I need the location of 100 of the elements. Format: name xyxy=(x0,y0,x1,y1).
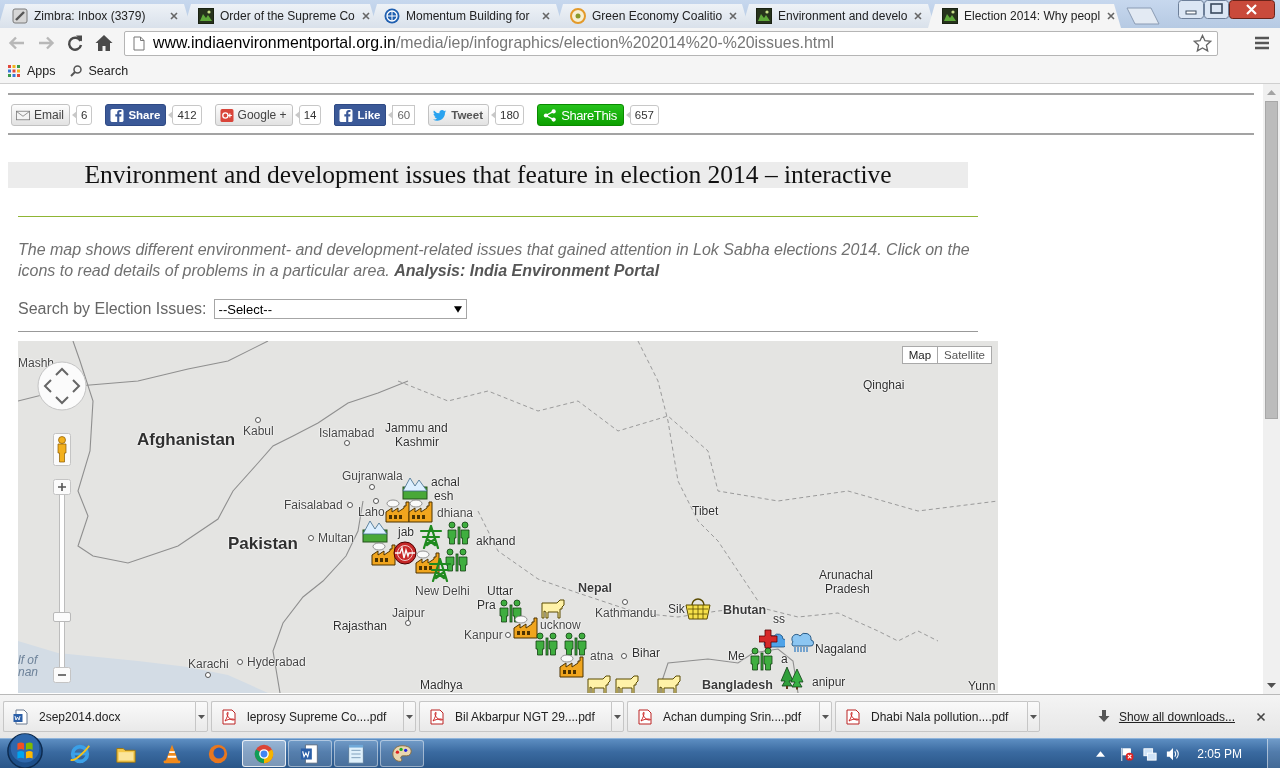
clock-text[interactable]: 2:05 PM xyxy=(1197,746,1242,761)
factory-icon[interactable] xyxy=(415,550,441,574)
ring-logo-icon xyxy=(69,742,91,765)
zoom-slider-handle[interactable] xyxy=(53,612,71,622)
social-share-button[interactable]: Like xyxy=(334,104,387,126)
download-menu-button[interactable] xyxy=(819,701,832,732)
social-share-button[interactable]: Tweet xyxy=(428,104,489,126)
social-share-button[interactable]: Email xyxy=(11,104,70,126)
bird-icon xyxy=(433,108,448,122)
factory-icon[interactable] xyxy=(371,542,397,566)
taskbar-button[interactable] xyxy=(242,740,286,767)
city-dot-icon xyxy=(255,417,261,423)
minimize-icon[interactable] xyxy=(1178,0,1204,19)
bookmark-item[interactable]: Search xyxy=(69,63,129,78)
taskbar-button[interactable] xyxy=(380,740,424,767)
network-icon[interactable] xyxy=(1143,746,1158,761)
people-icon[interactable] xyxy=(563,632,589,656)
factory-icon[interactable] xyxy=(559,654,585,678)
power-pylon-icon[interactable] xyxy=(427,558,453,582)
download-menu-button[interactable] xyxy=(195,701,208,732)
factory-icon[interactable] xyxy=(385,499,411,523)
zoom-out-icon[interactable] xyxy=(53,667,71,683)
caret-down-icon[interactable] xyxy=(1267,683,1276,688)
people-icon[interactable] xyxy=(498,599,524,623)
place-label: Mashh xyxy=(18,356,55,370)
download-menu-button[interactable] xyxy=(611,701,624,732)
download-item[interactable]: leprosy Supreme Co....pdf xyxy=(211,701,403,732)
place-label: Kanpur xyxy=(464,628,503,642)
people-icon[interactable] xyxy=(444,548,470,572)
map-type-tab[interactable]: Satellite xyxy=(938,346,992,364)
place-label: Qinghai xyxy=(863,378,905,392)
download-item[interactable]: Dhabi Nala pollution....pdf xyxy=(835,701,1027,732)
close-icon[interactable] xyxy=(541,11,551,21)
maximize-icon[interactable] xyxy=(1204,0,1229,19)
bookmark-item[interactable]: Apps xyxy=(8,63,56,78)
caret-down-icon xyxy=(614,714,621,719)
search-icon xyxy=(69,64,82,77)
address-field[interactable]: www.indiaenvironmentportal.org.in/media/iep/infographics/election%202014%20-%20issues.html xyxy=(124,30,1218,56)
flag-icon[interactable] xyxy=(1120,746,1135,761)
place-label: New Delhi xyxy=(415,584,470,598)
people-icon[interactable] xyxy=(749,647,775,671)
show-all-downloads-link[interactable]: Show all downloads... xyxy=(1118,709,1235,724)
people-icon[interactable] xyxy=(534,632,560,656)
close-icon[interactable] xyxy=(1256,711,1266,722)
social-share-button[interactable]: Share xyxy=(105,104,167,126)
download-item[interactable]: Achan dumping Srin....pdf xyxy=(627,701,819,732)
waveform-icon[interactable] xyxy=(392,541,418,565)
person-figure-icon[interactable] xyxy=(53,433,71,466)
place-label: dhiana xyxy=(437,506,474,520)
star-icon[interactable] xyxy=(1193,33,1212,53)
speaker-icon[interactable] xyxy=(1166,746,1181,761)
home-icon[interactable] xyxy=(94,33,114,53)
download-menu-button[interactable] xyxy=(403,701,416,732)
download-menu-button[interactable] xyxy=(1027,701,1040,732)
place-label: Me xyxy=(728,649,745,663)
issue-select[interactable]: --Select-- xyxy=(213,299,467,319)
mountains-icon[interactable] xyxy=(402,476,428,500)
show-desktop-button[interactable] xyxy=(1267,739,1280,768)
pine-trees-icon[interactable] xyxy=(779,666,805,690)
place-label: Kashmir xyxy=(395,435,439,449)
taskbar-button[interactable] xyxy=(288,740,332,767)
mountains-icon[interactable] xyxy=(362,519,388,543)
taskbar-button[interactable] xyxy=(334,740,378,767)
thumbnail-icon xyxy=(942,8,958,24)
menu-icon[interactable] xyxy=(1254,36,1270,50)
place-label: Kathmandu xyxy=(595,606,657,620)
page-heading: Environment and development issues that feature in election 2014 – interactive xyxy=(8,162,968,188)
intro-text: The map shows different environment- and development-related issues that gained attention in Lok Sabha elections 2014. Click on the icons to read details of problems in a particular area. Analysis: India Environment Portal xyxy=(18,240,971,281)
download-item[interactable]: 2sep2014.docx xyxy=(3,701,195,732)
city-dot-icon xyxy=(405,620,411,626)
close-icon[interactable] xyxy=(360,11,371,21)
rain-cloud-icon[interactable] xyxy=(788,629,814,653)
download-item[interactable]: Bil Akbarpur NGT 29....pdf xyxy=(419,701,611,732)
globe-icon xyxy=(384,8,400,24)
place-label: Afghanistan xyxy=(137,431,236,449)
people-icon[interactable] xyxy=(446,521,472,545)
place-label: Uttar xyxy=(487,584,513,598)
place-label: Yunn xyxy=(968,679,996,693)
zoom-in-icon[interactable] xyxy=(53,479,71,495)
close-icon[interactable] xyxy=(169,11,179,21)
filter-label: Search by Election Issues: xyxy=(18,300,207,318)
social-share-button[interactable]: Google + xyxy=(214,104,293,126)
place-label: Pradesh xyxy=(825,582,870,596)
place-label: Jaipur xyxy=(392,606,425,620)
thumbnail-icon xyxy=(198,8,214,24)
reload-icon[interactable] xyxy=(65,33,85,53)
start-orb-icon[interactable] xyxy=(6,731,44,768)
place-label: a xyxy=(781,652,788,666)
factory-icon[interactable] xyxy=(408,499,434,523)
close-icon[interactable] xyxy=(1229,0,1275,19)
factory-icon[interactable] xyxy=(513,615,539,639)
basket-icon[interactable] xyxy=(685,596,711,620)
scrollbar-thumb[interactable] xyxy=(1265,101,1278,419)
browser-tab[interactable]: Election 2014: Why peopl xyxy=(928,4,1121,28)
close-icon[interactable] xyxy=(913,11,924,21)
close-icon[interactable] xyxy=(728,11,739,21)
close-icon[interactable] xyxy=(1106,11,1117,21)
map-type-tab[interactable]: Map xyxy=(901,346,939,364)
caret-up-icon[interactable] xyxy=(1096,750,1106,757)
medical-cross-icon[interactable] xyxy=(759,628,785,652)
